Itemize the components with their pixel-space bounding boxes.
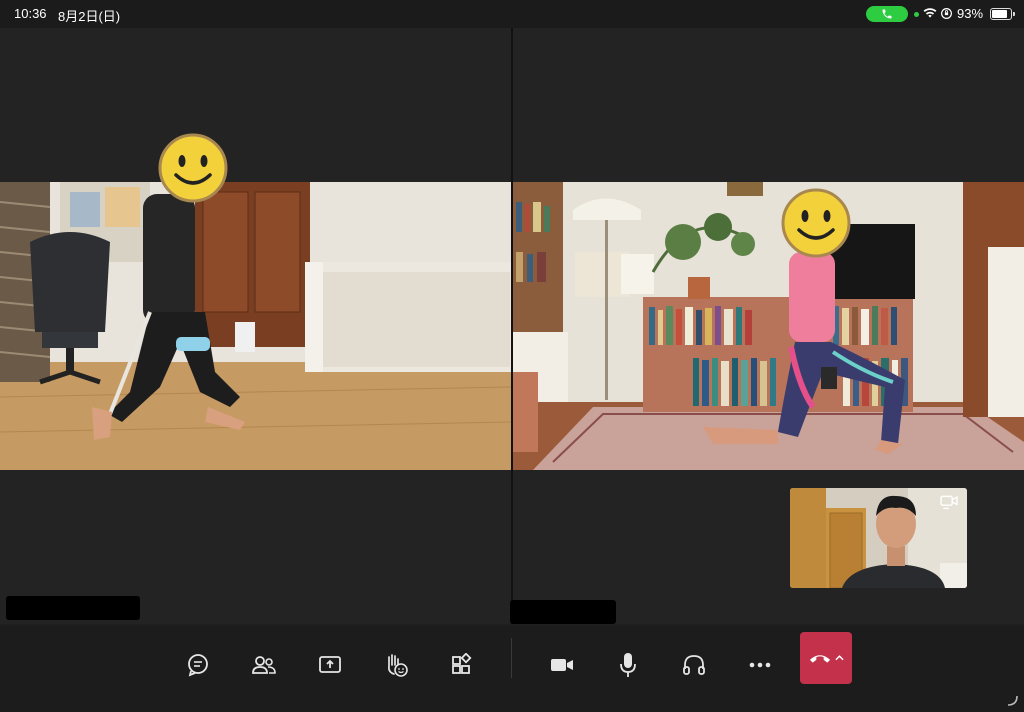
battery-fill bbox=[992, 10, 1007, 18]
camera-button[interactable] bbox=[542, 646, 582, 684]
chat-button[interactable] bbox=[178, 646, 218, 684]
camera-icon bbox=[551, 659, 573, 671]
status-bar: 10:36 8月2日(日) 93% bbox=[0, 0, 1024, 28]
participant-name-right bbox=[510, 600, 616, 624]
apps-icon bbox=[452, 653, 472, 674]
video-frame-living-room bbox=[513, 182, 1024, 470]
participant-tile-left[interactable] bbox=[0, 28, 511, 624]
participant-name-left bbox=[6, 596, 140, 620]
active-call-pill[interactable] bbox=[866, 6, 908, 22]
chevron-up-icon[interactable] bbox=[834, 655, 844, 661]
smiley-face-sticker bbox=[158, 133, 228, 203]
hangup-icon bbox=[809, 655, 830, 663]
participant-video-left bbox=[0, 182, 511, 470]
resize-grip-icon[interactable] bbox=[1006, 694, 1018, 706]
headphones-icon bbox=[683, 655, 705, 675]
status-time: 10:36 bbox=[14, 6, 47, 21]
wifi-icon bbox=[923, 8, 937, 18]
mic-button[interactable] bbox=[608, 646, 648, 684]
mic-icon bbox=[620, 653, 636, 677]
mic-in-use-dot bbox=[914, 12, 919, 17]
raise-hand-icon bbox=[388, 654, 408, 677]
smiley-face-sticker bbox=[781, 188, 851, 258]
participant-video-right bbox=[513, 182, 1024, 470]
hang-up-button[interactable] bbox=[800, 632, 852, 684]
self-view-video[interactable] bbox=[790, 488, 967, 588]
share-screen-icon bbox=[319, 656, 341, 673]
battery-percent: 93% bbox=[957, 6, 984, 21]
orientation-lock-icon bbox=[941, 8, 952, 19]
people-icon bbox=[252, 656, 276, 674]
people-button[interactable] bbox=[244, 646, 284, 684]
toolbar-separator bbox=[511, 638, 512, 678]
reactions-button[interactable] bbox=[376, 646, 416, 684]
share-screen-button[interactable] bbox=[310, 646, 350, 684]
apps-button[interactable] bbox=[442, 646, 482, 684]
video-frame-bedroom bbox=[0, 182, 511, 470]
more-icon bbox=[749, 662, 771, 668]
more-options-button[interactable] bbox=[740, 646, 780, 684]
audio-button[interactable] bbox=[674, 646, 714, 684]
chat-icon bbox=[188, 654, 208, 677]
switch-camera-icon[interactable] bbox=[939, 494, 959, 510]
status-date: 8月2日(日) bbox=[58, 9, 121, 24]
meeting-toolbar bbox=[0, 626, 1024, 712]
phone-icon bbox=[882, 9, 892, 19]
battery-icon bbox=[990, 8, 1015, 20]
